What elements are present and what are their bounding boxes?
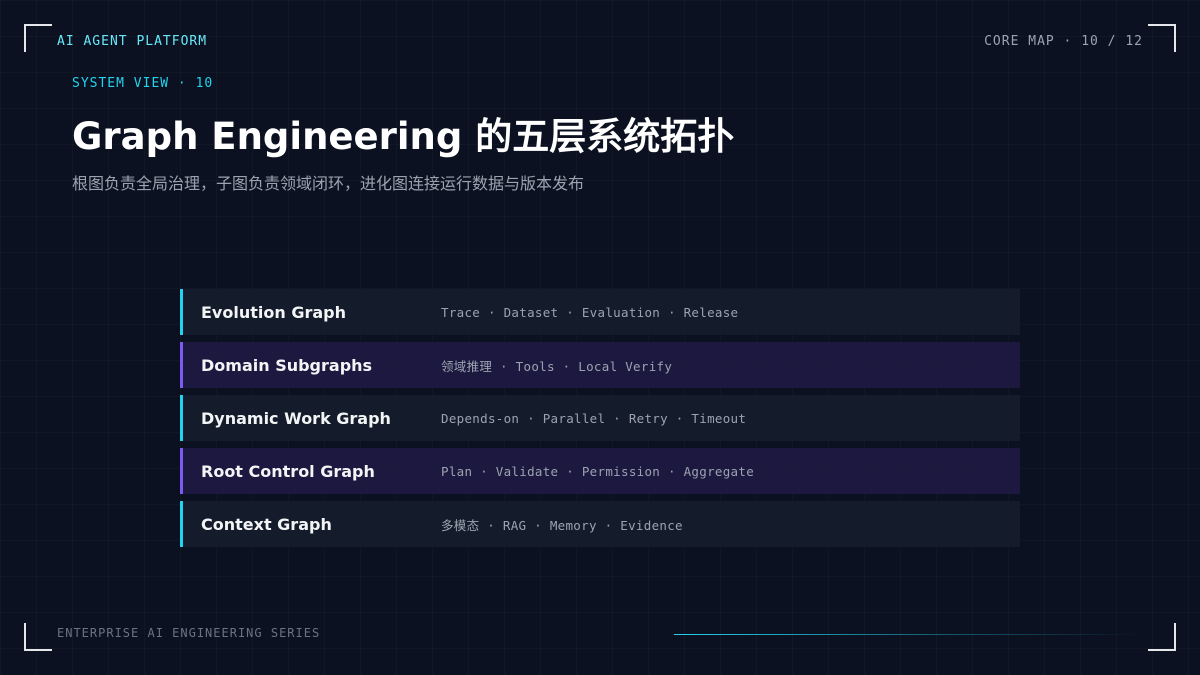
corner-bracket-bottom-right: [1148, 623, 1176, 651]
layer-tags: Trace · Dataset · Evaluation · Release: [441, 304, 739, 320]
layer-name: Evolution Graph: [201, 302, 346, 322]
corner-bracket-top-left: [24, 24, 52, 52]
layer-row-domain-subgraphs: Domain Subgraphs 领域推理 · Tools · Local Ve…: [180, 342, 1020, 388]
layer-row-dynamic-work-graph: Dynamic Work Graph Depends-on · Parallel…: [180, 395, 1020, 441]
corner-bracket-bottom-left: [24, 623, 52, 651]
layer-tags: Depends-on · Parallel · Retry · Timeout: [441, 410, 747, 426]
layer-tags: Plan · Validate · Permission · Aggregate: [441, 463, 755, 479]
layer-row-root-control-graph: Root Control Graph Plan · Validate · Per…: [180, 448, 1020, 494]
layer-row-context-graph: Context Graph 多模态 · RAG · Memory · Evide…: [180, 501, 1020, 547]
brand-label: AI AGENT PLATFORM: [57, 34, 208, 49]
layer-name: Context Graph: [201, 514, 332, 534]
page-title: Graph Engineering 的五层系统拓扑: [72, 115, 735, 158]
page-subtitle: 根图负责全局治理，子图负责领域闭环，进化图连接运行数据与版本发布: [72, 174, 585, 193]
layer-tags: 多模态 · RAG · Memory · Evidence: [441, 517, 683, 533]
footer-accent-line: [674, 634, 1144, 635]
layer-row-evolution-graph: Evolution Graph Trace · Dataset · Evalua…: [180, 289, 1020, 335]
section-kicker: SYSTEM VIEW · 10: [72, 76, 214, 91]
layer-name: Dynamic Work Graph: [201, 408, 391, 428]
footer-series-label: ENTERPRISE AI ENGINEERING SERIES: [57, 626, 321, 640]
layer-stack: Evolution Graph Trace · Dataset · Evalua…: [180, 289, 1020, 554]
layer-name: Root Control Graph: [201, 461, 375, 481]
layer-name: Domain Subgraphs: [201, 355, 373, 375]
corner-bracket-top-right: [1148, 24, 1176, 52]
layer-tags: 领域推理 · Tools · Local Verify: [441, 358, 673, 374]
page-counter: CORE MAP · 10 / 12: [984, 34, 1143, 49]
